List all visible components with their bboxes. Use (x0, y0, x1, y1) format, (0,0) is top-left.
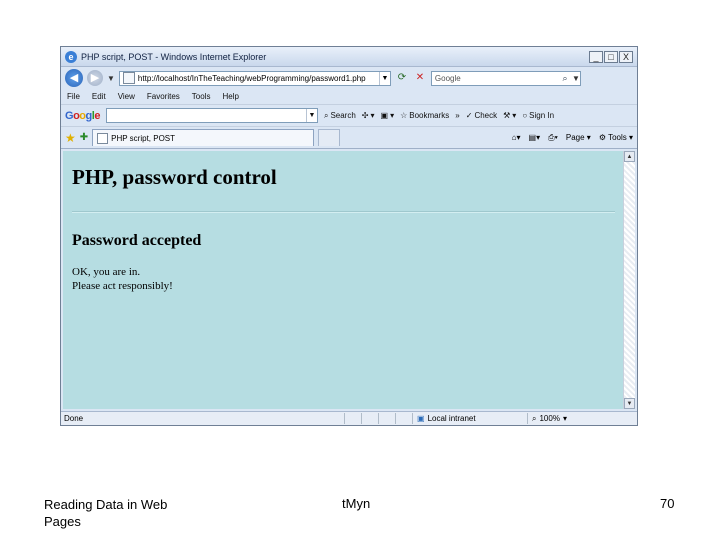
command-bar: ⌂▾ ▤▾ ⎙▾ Page ▾ ⚙ Tools ▾ (512, 133, 633, 143)
maximize-button[interactable]: □ (604, 50, 618, 63)
scroll-up-icon[interactable]: ▲ (624, 151, 635, 162)
new-tab-button[interactable] (318, 129, 341, 146)
scroll-down-icon[interactable]: ▼ (624, 398, 635, 409)
menu-view[interactable]: View (118, 92, 135, 101)
minimize-button[interactable]: _ (589, 50, 603, 63)
google-extras-button[interactable]: ✣ ▾ (362, 111, 375, 120)
menu-edit[interactable]: Edit (92, 92, 106, 101)
menu-file[interactable]: File (67, 92, 80, 101)
status-text: Done (64, 414, 84, 423)
sign-in-label: Sign In (529, 111, 555, 120)
bookmarks-button[interactable]: ☆ Bookmarks (400, 111, 449, 120)
refresh-icon[interactable]: ⟳ (395, 71, 409, 85)
status-cell (361, 413, 378, 424)
status-cell (344, 413, 361, 424)
message-line-2: Please act responsibly! (72, 280, 173, 292)
stop-icon[interactable]: ✕ (413, 71, 427, 85)
add-favorite-icon[interactable]: ✚ (80, 132, 88, 143)
intranet-icon: ▣ (417, 414, 425, 423)
page-menu[interactable]: Page ▾ (566, 133, 591, 142)
google-search-button[interactable]: ⌕ Search (324, 111, 356, 121)
settings-button[interactable]: ⚒ ▾ (503, 111, 516, 120)
google-search-input[interactable]: ▼ (105, 108, 318, 123)
window-title: PHP script, POST - Windows Internet Expl… (81, 51, 267, 62)
star-icon: ☆ (400, 111, 408, 120)
menu-favorites[interactable]: Favorites (147, 92, 180, 101)
google-search-dropdown-icon[interactable]: ▼ (305, 109, 317, 122)
search-dropdown-icon[interactable]: ▼ (572, 74, 580, 83)
favorites-star-icon[interactable]: ★ (65, 131, 76, 145)
status-bar: Done ▣ Local intranet ⌕ 100% ▾ (61, 411, 637, 425)
slide-footer-title: Reading Data in Web Pages (44, 497, 168, 529)
menu-help[interactable]: Help (222, 92, 238, 101)
security-zone[interactable]: ▣ Local intranet (412, 413, 527, 424)
recent-pages-dropdown-icon[interactable]: ▼ (107, 74, 115, 83)
search-input[interactable]: Google (432, 74, 558, 83)
menu-bar: File Edit View Favorites Tools Help (61, 89, 637, 105)
google-search-icon: ⌕ (323, 110, 329, 120)
menu-tools[interactable]: Tools (192, 92, 211, 101)
address-dropdown-icon[interactable]: ▼ (378, 71, 390, 85)
status-cell (378, 413, 395, 424)
google-logo: Google (65, 109, 100, 122)
user-icon: ○ (522, 111, 528, 120)
horizontal-rule (72, 211, 615, 213)
tab-row: ★ ✚ PHP script, POST ⌂▾ ▤▾ ⎙▾ Page ▾ ⚙ T… (61, 127, 637, 149)
page-menu-label: Page (565, 133, 585, 142)
print-icon[interactable]: ⎙▾ (548, 133, 558, 143)
tools-menu[interactable]: ⚙ Tools ▾ (599, 133, 633, 142)
wrench-icon: ⚒ (503, 111, 511, 120)
bookmarks-label: Bookmarks (409, 111, 450, 120)
pagerank-button[interactable]: ▣ ▾ (381, 111, 395, 120)
address-url[interactable]: http://localhost/InTheTeaching/webProgra… (138, 74, 379, 83)
zoom-control[interactable]: ⌕ 100% ▾ (527, 413, 567, 424)
feeds-icon[interactable]: ▤▾ (529, 133, 541, 142)
message-line-1: OK, you are in. (72, 266, 141, 278)
page-icon (122, 72, 135, 84)
tools-menu-label: Tools (608, 133, 627, 142)
close-button[interactable]: X (619, 50, 633, 63)
back-arrow-icon[interactable]: ◀ (65, 69, 83, 87)
google-toolbar: Google ▼ ⌕ Search ✣ ▾ ▣ ▾ ☆ Bookmarks » ✓ Che… (61, 105, 637, 127)
zone-label: Local intranet (427, 414, 476, 423)
home-icon[interactable]: ⌂▾ (512, 133, 521, 142)
zoom-icon: ⌕ (532, 413, 537, 423)
tab-label: PHP script, POST (111, 133, 176, 143)
puzzle-icon: ✣ (361, 111, 369, 120)
tab-page-icon (97, 132, 109, 144)
page-subheading: Password accepted (72, 232, 202, 249)
status-cell (395, 413, 412, 424)
zoom-level: 100% (539, 414, 560, 423)
google-search-label: Search (330, 111, 356, 120)
address-row: ◀ ▶ ▼ http://localhost/InTheTeaching/web… (61, 67, 637, 89)
more-chevron-icon[interactable]: » (455, 111, 459, 120)
tab-php-script[interactable]: PHP script, POST (92, 129, 315, 146)
vertical-scrollbar[interactable]: ▲ ▼ (623, 151, 635, 409)
check-label: Check (474, 111, 498, 120)
forward-arrow-icon[interactable]: ▶ (87, 70, 103, 86)
slide-footer-author: tMyn (342, 496, 371, 511)
ie-logo-icon: e (65, 50, 77, 63)
sign-in-button[interactable]: ○ Sign In (522, 111, 554, 120)
search-icon[interactable]: ⌕ (558, 73, 572, 84)
slide-page-number: 70 (660, 496, 675, 511)
title-bar: e PHP script, POST - Windows Internet Ex… (61, 47, 637, 67)
check-button[interactable]: ✓ Check (466, 111, 497, 120)
page-heading: PHP, password control (72, 165, 277, 189)
browser-window: e PHP script, POST - Windows Internet Ex… (60, 46, 638, 426)
spellcheck-icon: ✓ (465, 111, 473, 120)
search-box[interactable]: Google ⌕ ▼ (430, 70, 581, 86)
page-content: PHP, password control Password accepted … (63, 151, 623, 409)
pagerank-icon: ▣ (380, 111, 389, 120)
address-bar[interactable]: http://localhost/InTheTeaching/webProgra… (118, 70, 391, 86)
